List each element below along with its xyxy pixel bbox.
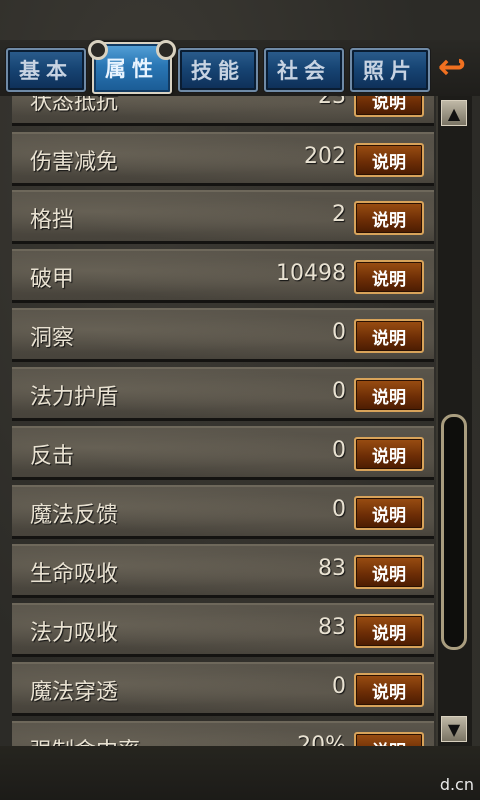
explain-button[interactable]: 说明 (354, 96, 424, 117)
attribute-name: 破甲 (30, 267, 75, 292)
attribute-screen: 基本 属性 技能 社会 照片 ↩ 状态抵抗 23 说明 伤害减免 202 说明 … (0, 0, 480, 800)
attribute-value: 0 (332, 438, 346, 463)
list-item: 洞察 0 说明 (12, 308, 434, 362)
list-item: 格挡 2 说明 (12, 190, 434, 244)
attribute-value: 23 (318, 96, 346, 109)
scroll-down-icon[interactable]: ▼ (441, 716, 467, 742)
attribute-name: 洞察 (30, 326, 75, 351)
attribute-name: 格挡 (30, 208, 75, 233)
list-item: 状态抵抗 23 说明 (12, 96, 434, 126)
scrollbar-thumb[interactable] (441, 414, 467, 650)
footer-bar (0, 746, 480, 800)
attribute-value: 0 (332, 320, 346, 345)
attribute-list[interactable]: 状态抵抗 23 说明 伤害减免 202 说明 格挡 2 说明 破甲 10498 … (6, 96, 434, 746)
tab-photos[interactable]: 照片 (350, 48, 430, 92)
attribute-value: 83 (318, 615, 346, 640)
attribute-name: 伤害减免 (30, 150, 119, 175)
attribute-value: 0 (332, 379, 346, 404)
explain-button[interactable]: 说明 (354, 555, 424, 589)
explain-button[interactable]: 说明 (354, 378, 424, 412)
attribute-value: 0 (332, 674, 346, 699)
attribute-value: 20% (297, 733, 346, 746)
attribute-name: 魔法穿透 (30, 680, 119, 705)
list-item: 生命吸收 83 说明 (12, 544, 434, 598)
attribute-value: 202 (304, 144, 346, 169)
attribute-name: 强制命中率 (30, 733, 140, 746)
explain-button[interactable]: 说明 (354, 319, 424, 353)
scrollbar[interactable]: ▲ ▼ (436, 96, 472, 746)
tab-bar: 基本 属性 技能 社会 照片 (0, 40, 480, 96)
list-item: 反击 0 说明 (12, 426, 434, 480)
list-item: 破甲 10498 说明 (12, 249, 434, 303)
attribute-value: 2 (332, 202, 346, 227)
tab-attributes[interactable]: 属性 (88, 40, 176, 94)
explain-button[interactable]: 说明 (354, 673, 424, 707)
attribute-name: 生命吸收 (30, 562, 119, 587)
attribute-name: 法力护盾 (30, 385, 119, 410)
explain-button[interactable]: 说明 (354, 732, 424, 746)
attribute-value: 0 (332, 497, 346, 522)
back-arrow-icon[interactable]: ↩ (432, 50, 472, 84)
list-item: 法力吸收 83 说明 (12, 603, 434, 657)
list-item: 法力护盾 0 说明 (12, 367, 434, 421)
scroll-up-icon[interactable]: ▲ (441, 100, 467, 126)
watermark: d.cn (439, 775, 474, 794)
tab-basic[interactable]: 基本 (6, 48, 86, 92)
attribute-name: 状态抵抗 (30, 96, 119, 115)
list-item: 强制命中率 20% 说明 (12, 721, 434, 746)
tab-skills[interactable]: 技能 (178, 48, 258, 92)
explain-button[interactable]: 说明 (354, 496, 424, 530)
attribute-name: 魔法反馈 (30, 503, 119, 528)
explain-button[interactable]: 说明 (354, 437, 424, 471)
explain-button[interactable]: 说明 (354, 143, 424, 177)
attribute-value: 83 (318, 556, 346, 581)
explain-button[interactable]: 说明 (354, 614, 424, 648)
explain-button[interactable]: 说明 (354, 201, 424, 235)
attribute-value: 10498 (276, 261, 346, 286)
list-item: 伤害减免 202 说明 (12, 132, 434, 186)
attribute-name: 法力吸收 (30, 621, 119, 646)
tab-social[interactable]: 社会 (264, 48, 344, 92)
list-item: 魔法穿透 0 说明 (12, 662, 434, 716)
attribute-name: 反击 (30, 444, 75, 469)
explain-button[interactable]: 说明 (354, 260, 424, 294)
list-item: 魔法反馈 0 说明 (12, 485, 434, 539)
